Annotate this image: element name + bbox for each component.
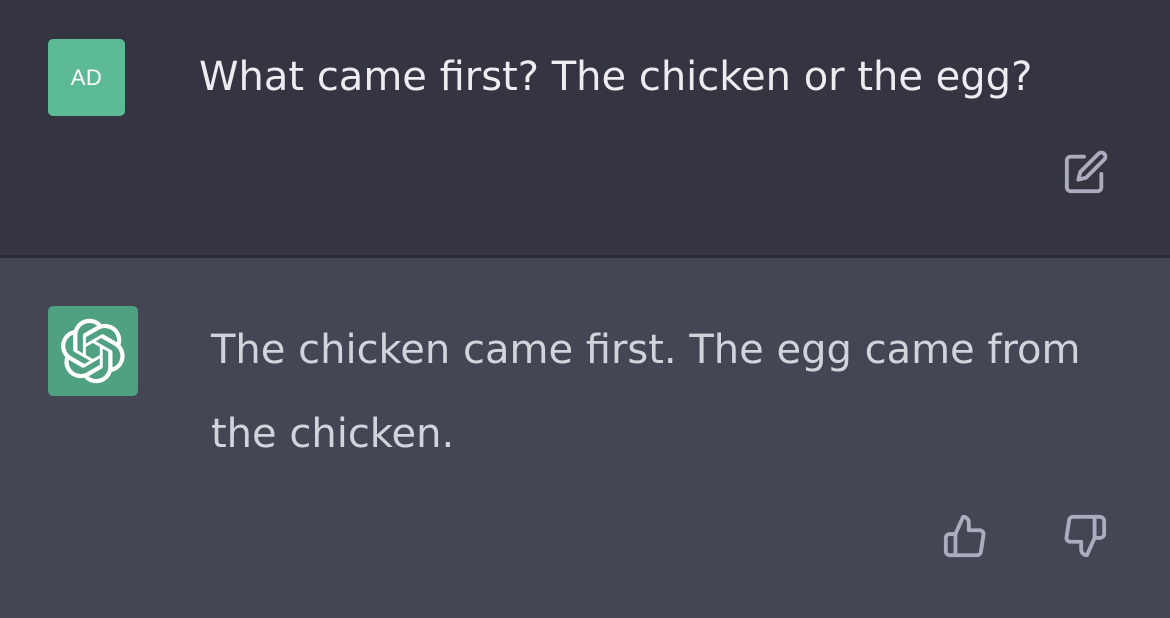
user-message-row: AD What came first? The chicken or the e… — [0, 0, 1170, 255]
openai-logo-icon — [61, 318, 125, 384]
edit-message-button[interactable] — [1060, 146, 1112, 198]
user-message-text: What came first? The chicken or the egg? — [199, 54, 1033, 100]
thumbs-up-button[interactable] — [939, 510, 991, 562]
user-avatar: AD — [48, 39, 125, 116]
chat-conversation: AD What came first? The chicken or the e… — [0, 0, 1170, 618]
assistant-message-row: The chicken came first. The egg came fro… — [0, 258, 1170, 618]
edit-icon — [1064, 150, 1108, 194]
assistant-message-text: The chicken came first. The egg came fro… — [211, 327, 1081, 457]
assistant-avatar — [48, 306, 138, 396]
thumbs-up-icon — [943, 514, 986, 558]
thumbs-down-button[interactable] — [1059, 510, 1111, 562]
thumbs-down-icon — [1064, 514, 1107, 558]
